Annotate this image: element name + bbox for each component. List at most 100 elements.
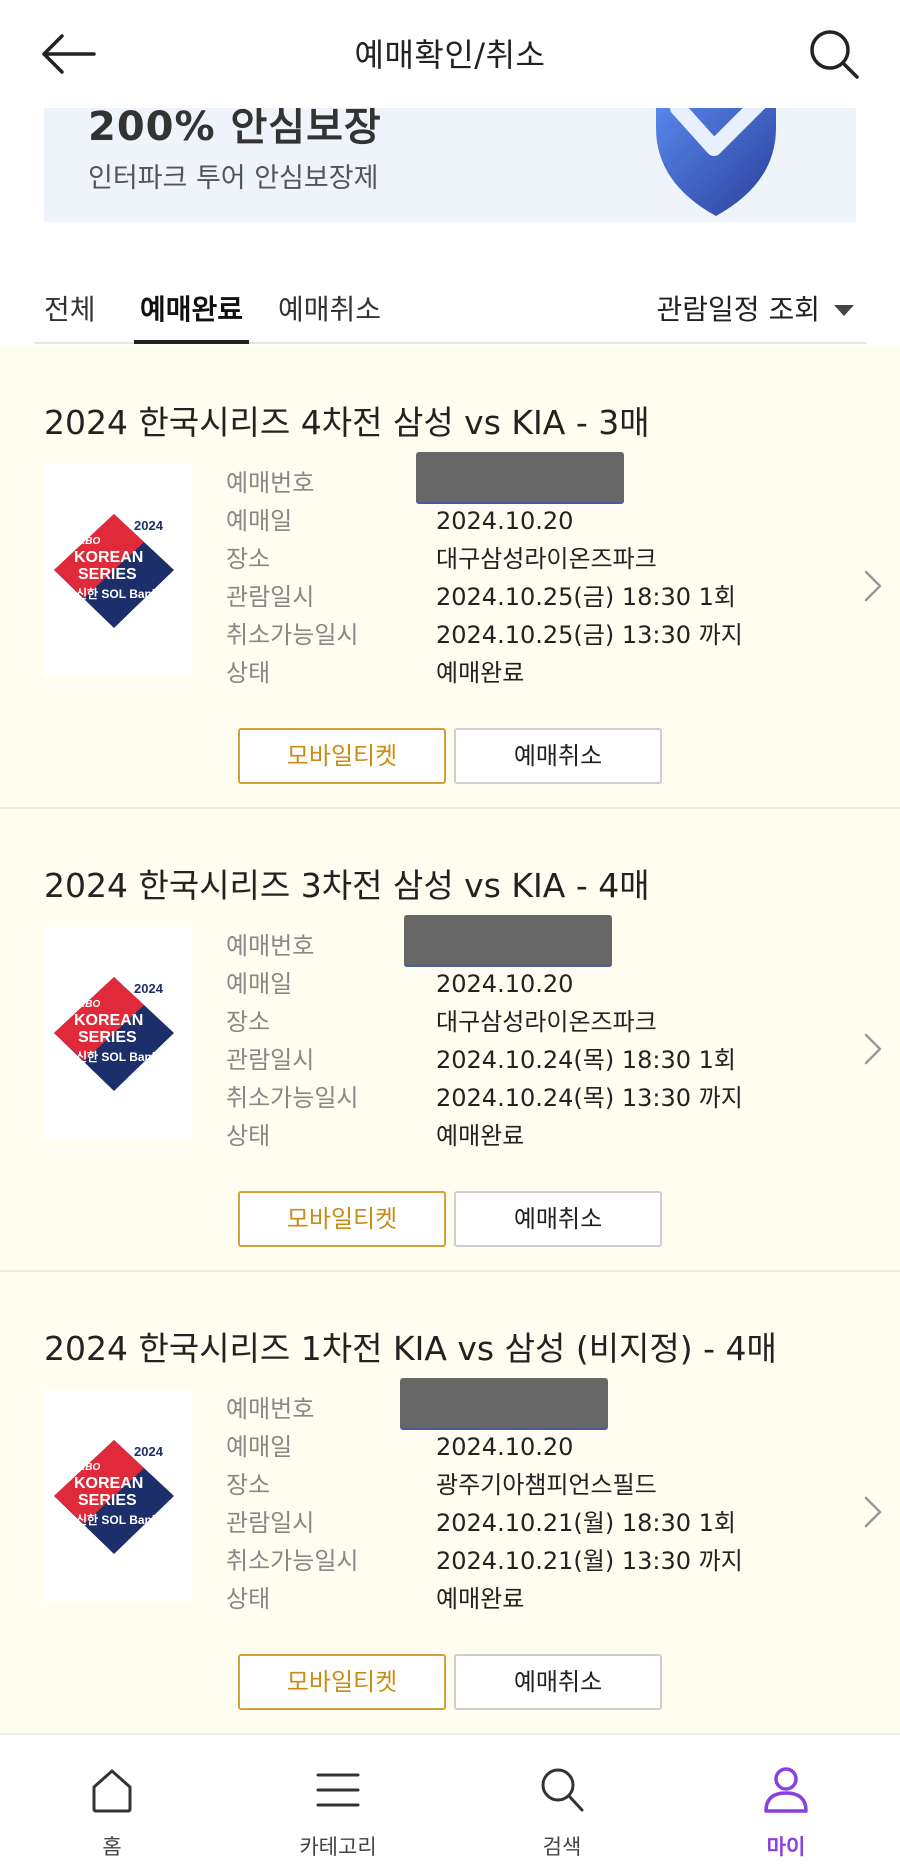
venue-label: 장소 (226, 1008, 271, 1036)
mobile-ticket-button[interactable]: 모바일티켓 (238, 1654, 446, 1710)
nav-my[interactable]: 마이 (726, 1735, 846, 1868)
banner-subtitle: 인터파크 투어 안심보장제 (88, 163, 379, 194)
svg-text:KOREAN: KOREAN (74, 1012, 143, 1029)
nav-category[interactable]: 카테고리 (278, 1735, 398, 1868)
booking-date-label: 예매일 (226, 507, 293, 535)
status-label: 상태 (226, 659, 271, 687)
header: 예매확인/취소 (0, 0, 900, 108)
nav-search[interactable]: 검색 (502, 1735, 622, 1868)
svg-text:2024: 2024 (134, 518, 164, 533)
booking-date-value: 2024.10.20 (436, 1433, 574, 1461)
shield-check-icon (656, 108, 776, 216)
search-icon (541, 1768, 584, 1812)
venue-value: 대구삼성라이온즈파크 (436, 545, 657, 573)
korean-series-logo: 2024 KBO KOREAN SERIES 신한 SOL Bank (54, 1440, 174, 1554)
korean-series-logo: 2024 KBO KOREAN SERIES 신한 SOL Bank (54, 977, 174, 1091)
svg-text:2024: 2024 (134, 981, 164, 996)
cancel-booking-button[interactable]: 예매취소 (454, 1654, 662, 1710)
bottom-navigation: 홈 카테고리 검색 마이 (0, 1734, 900, 1868)
booking-number-redacted (416, 452, 624, 504)
page-title: 예매확인/취소 (354, 36, 546, 74)
search-button[interactable] (808, 28, 860, 80)
booking-card[interactable]: 2024 한국시리즈 1차전 KIA vs 삼성 (비지정) - 4매 2024… (0, 1272, 900, 1735)
korean-series-logo: 2024 KBO KOREAN SERIES 신한 SOL Bank (54, 514, 174, 628)
tab-booking-cancelled[interactable]: 예매취소 (278, 288, 381, 344)
schedule-filter-label: 관람일정 조회 (656, 293, 820, 326)
cancel-deadline-label: 취소가능일시 (226, 1084, 359, 1112)
home-icon (92, 1769, 132, 1813)
svg-text:KBO: KBO (78, 536, 100, 547)
venue-value: 광주기아챔피언스필드 (436, 1471, 657, 1499)
show-time-label: 관람일시 (226, 583, 315, 611)
nav-my-label: 마이 (766, 1835, 806, 1859)
cancel-deadline-value: 2024.10.25(금) 13:30 까지 (436, 621, 743, 649)
cancel-deadline-value: 2024.10.24(목) 13:30 까지 (436, 1084, 743, 1112)
booking-number-label: 예매번호 (226, 932, 315, 960)
svg-text:KOREAN: KOREAN (74, 1475, 143, 1492)
booking-number-label: 예매번호 (226, 1395, 315, 1423)
venue-value: 대구삼성라이온즈파크 (436, 1008, 657, 1036)
svg-text:SERIES: SERIES (78, 566, 137, 583)
booking-number-redacted (400, 1378, 608, 1430)
status-value: 예매완료 (436, 659, 525, 687)
show-time-label: 관람일시 (226, 1509, 315, 1537)
nav-search-label: 검색 (542, 1835, 582, 1859)
chevron-right-icon[interactable] (862, 568, 884, 604)
cancel-booking-button[interactable]: 예매취소 (454, 1191, 662, 1247)
status-value: 예매완료 (436, 1585, 525, 1613)
chevron-right-icon[interactable] (862, 1031, 884, 1067)
booking-date-value: 2024.10.20 (436, 970, 574, 998)
person-icon (764, 1767, 808, 1813)
show-time-label: 관람일시 (226, 1046, 315, 1074)
caret-down-icon (834, 304, 854, 316)
svg-text:SERIES: SERIES (78, 1492, 137, 1509)
booking-number-redacted (404, 915, 612, 967)
svg-text:KBO: KBO (78, 999, 100, 1010)
banner-headline: 200% 안심보장 (88, 108, 382, 150)
svg-text:SERIES: SERIES (78, 1029, 137, 1046)
event-thumbnail: 2024 KBO KOREAN SERIES 신한 SOL Bank (44, 464, 192, 676)
mobile-ticket-button[interactable]: 모바일티켓 (238, 1191, 446, 1247)
svg-text:KOREAN: KOREAN (74, 549, 143, 566)
menu-icon (316, 1773, 360, 1807)
booking-title: 2024 한국시리즈 4차전 삼성 vs KIA - 3매 (44, 403, 650, 442)
booking-date-label: 예매일 (226, 1433, 293, 1461)
booking-date-label: 예매일 (226, 970, 293, 998)
svg-text:2024: 2024 (134, 1444, 164, 1459)
booking-number-label: 예매번호 (226, 469, 315, 497)
nav-home-label: 홈 (102, 1835, 122, 1859)
event-thumbnail: 2024 KBO KOREAN SERIES 신한 SOL Bank (44, 1390, 192, 1602)
svg-text:신한 SOL Bank: 신한 SOL Bank (76, 586, 159, 601)
booking-list: 2024 한국시리즈 4차전 삼성 vs KIA - 3매 2024 KBO K… (0, 346, 900, 1735)
cancel-deadline-label: 취소가능일시 (226, 1547, 359, 1575)
booking-date-value: 2024.10.20 (436, 507, 574, 535)
svg-text:KBO: KBO (78, 1462, 100, 1473)
svg-text:신한 SOL Bank: 신한 SOL Bank (76, 1049, 159, 1064)
status-value: 예매완료 (436, 1122, 525, 1150)
status-label: 상태 (226, 1122, 271, 1150)
show-time-value: 2024.10.21(월) 18:30 1회 (436, 1509, 736, 1537)
status-label: 상태 (226, 1585, 271, 1613)
cancel-booking-button[interactable]: 예매취소 (454, 728, 662, 784)
tab-all[interactable]: 전체 (44, 288, 96, 344)
booking-title: 2024 한국시리즈 3차전 삼성 vs KIA - 4매 (44, 866, 650, 905)
booking-title: 2024 한국시리즈 1차전 KIA vs 삼성 (비지정) - 4매 (44, 1329, 777, 1368)
nav-home[interactable]: 홈 (52, 1735, 172, 1868)
show-time-value: 2024.10.24(목) 18:30 1회 (436, 1046, 736, 1074)
status-tabs: 전체 예매완료 예매취소 관람일정 조회 (34, 280, 866, 344)
nav-category-label: 카테고리 (299, 1835, 377, 1859)
promo-banner[interactable]: 200% 안심보장 인터파크 투어 안심보장제 (44, 108, 856, 222)
schedule-filter-dropdown[interactable]: 관람일정 조회 (657, 288, 854, 328)
booking-card[interactable]: 2024 한국시리즈 4차전 삼성 vs KIA - 3매 2024 KBO K… (0, 346, 900, 809)
venue-label: 장소 (226, 545, 271, 573)
svg-text:신한 SOL Bank: 신한 SOL Bank (76, 1512, 159, 1527)
show-time-value: 2024.10.25(금) 18:30 1회 (436, 583, 736, 611)
event-thumbnail: 2024 KBO KOREAN SERIES 신한 SOL Bank (44, 927, 192, 1139)
search-icon (810, 30, 859, 79)
booking-card[interactable]: 2024 한국시리즈 3차전 삼성 vs KIA - 4매 2024 KBO K… (0, 809, 900, 1272)
cancel-deadline-value: 2024.10.21(월) 13:30 까지 (436, 1547, 743, 1575)
mobile-ticket-button[interactable]: 모바일티켓 (238, 728, 446, 784)
venue-label: 장소 (226, 1471, 271, 1499)
tab-booking-complete[interactable]: 예매완료 (134, 288, 250, 344)
chevron-right-icon[interactable] (862, 1494, 884, 1530)
